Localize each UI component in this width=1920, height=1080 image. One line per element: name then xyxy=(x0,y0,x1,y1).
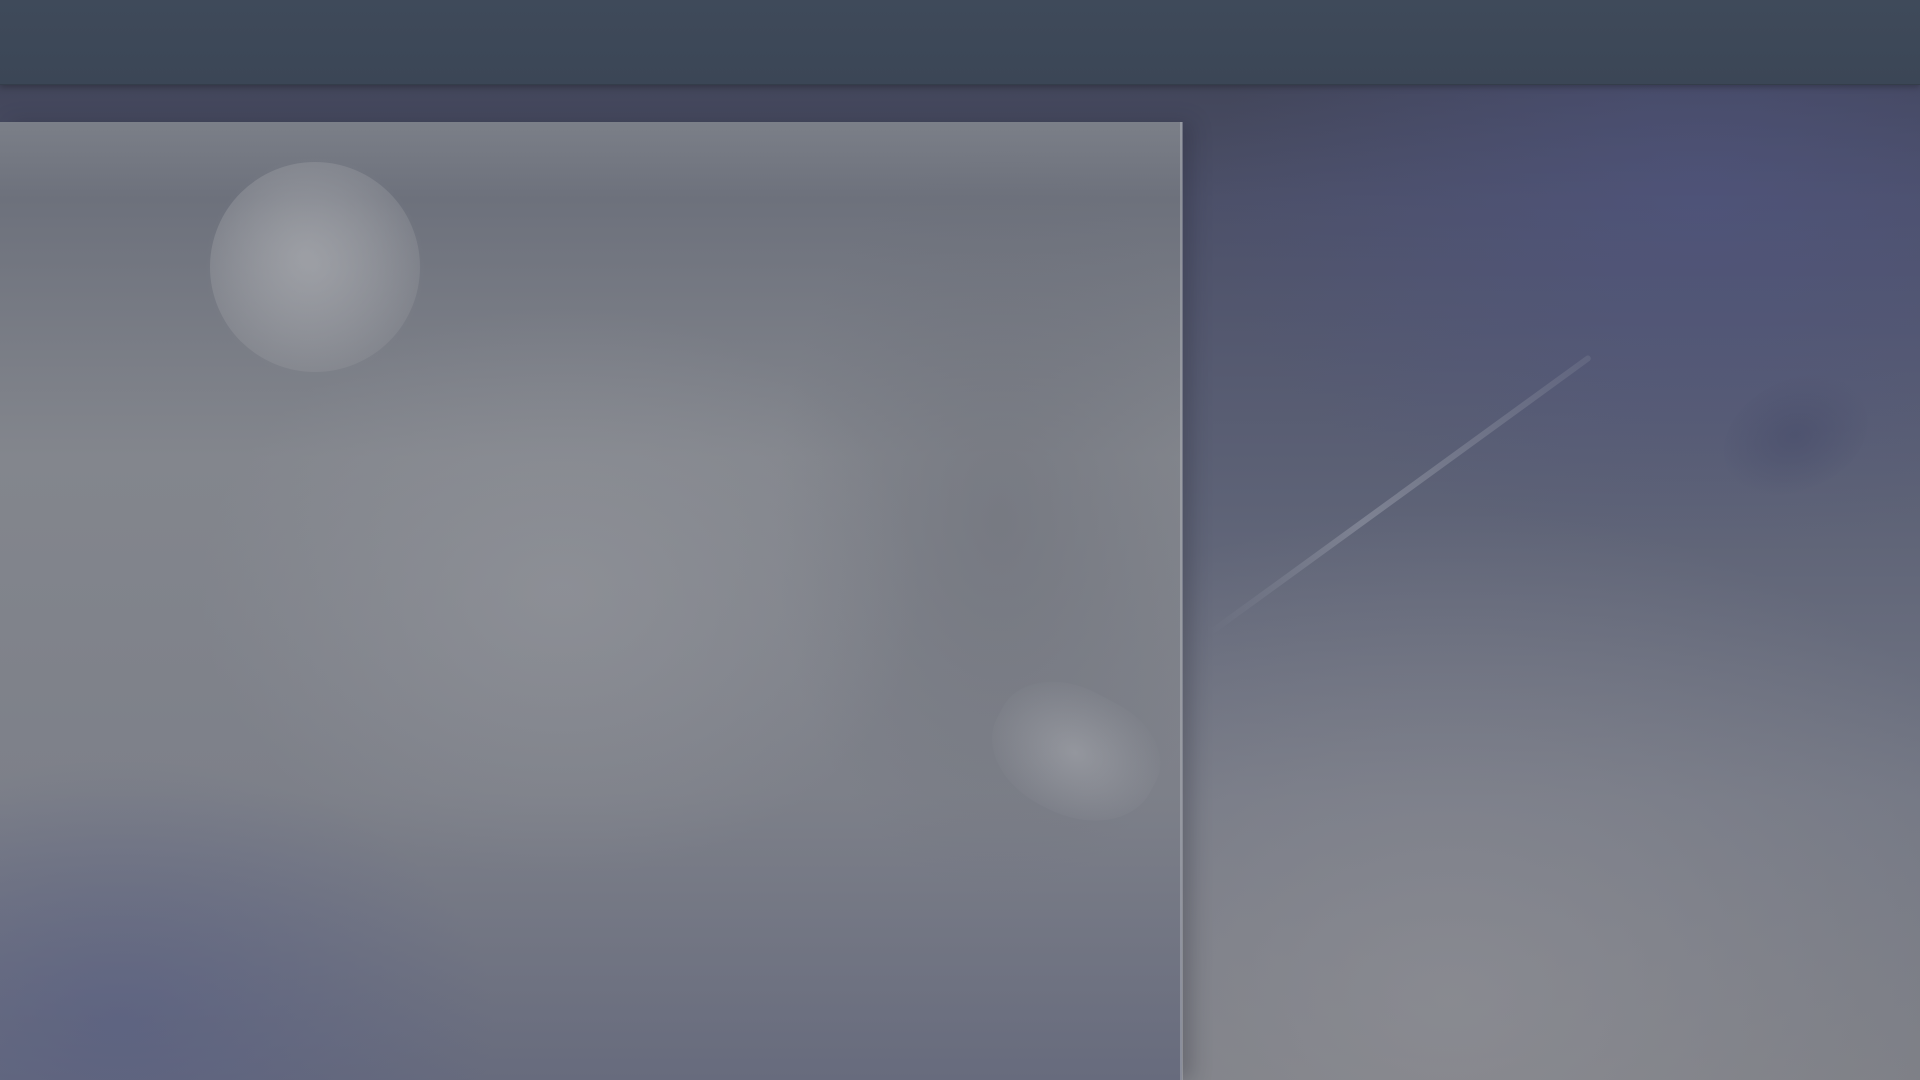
foreground-panel-edge xyxy=(1180,122,1183,1080)
screen xyxy=(0,0,1920,1080)
top-bar xyxy=(0,0,1920,85)
foreground-panel xyxy=(0,122,1182,1080)
